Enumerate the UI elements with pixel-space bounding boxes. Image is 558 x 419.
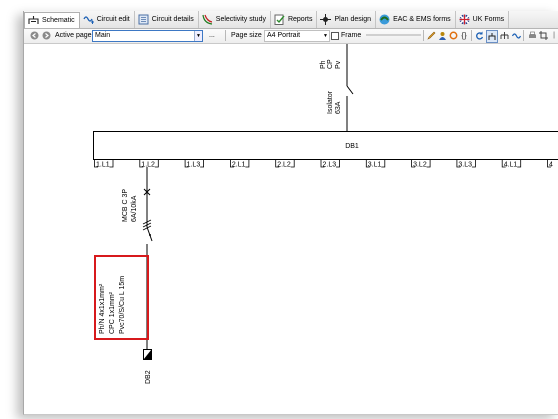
terminal-label[interactable]: 1.L3 [187,162,201,169]
isolator-label-line-2: 63A [335,101,342,114]
reports-icon [274,14,285,25]
page-size-label: Page size [231,32,262,39]
more-button[interactable]: ... [209,30,215,42]
feed-label-line-1: Ph [320,60,327,69]
schematic-view-icon[interactable] [486,30,498,43]
back-arrow-icon[interactable] [29,30,39,41]
tree-view-icon[interactable] [499,30,509,41]
active-page-label: Active page [55,32,92,39]
load-name-label: DB2 [145,370,152,384]
active-page-value: Main [95,32,111,39]
active-page-select[interactable]: Main ▼ [92,30,203,42]
toolbar-separator [423,30,424,41]
cable-label-highlight [94,255,149,340]
page-size-select[interactable]: A4 Portrait ▼ [264,30,330,42]
terminal-label[interactable]: 2.L2 [277,162,291,169]
frame-checkbox-label[interactable]: Frame [341,30,361,42]
chevron-down-icon: ▼ [194,31,202,41]
terminal-label[interactable]: 1.L2 [141,162,155,169]
distribution-board-db1[interactable] [93,131,558,160]
brackets-icon[interactable]: {} [459,30,469,41]
frame-icon [330,30,340,41]
isolator-switch-icon [346,85,354,95]
plan-design-icon [320,14,332,25]
pencil-icon[interactable] [426,30,436,41]
toolbar-separator [523,30,524,41]
tab-label: Circuit details [151,16,194,23]
selectivity-icon [202,14,212,25]
tab-eac-ems-forms[interactable]: EAC & EMS forms [376,11,456,28]
wave-icon[interactable] [511,30,521,41]
tab-label: Reports [287,16,313,23]
toolbar-separator [225,30,226,41]
terminal-label[interactable]: 1.L1 [96,162,110,169]
more-tools-icon[interactable]: | [549,30,558,41]
chevron-down-icon: ▼ [322,31,329,41]
terminal-label[interactable]: 3.L2 [413,162,427,169]
circuit-details-icon [138,14,149,25]
main-tab-bar: Schematic Circuit edit Circuit details S… [24,11,558,29]
zoom-slider[interactable] [366,34,421,36]
tab-circuit-details[interactable]: Circuit details [135,11,199,28]
breaker-label-line-2: 6A/10kA [131,195,138,222]
terminal-label[interactable]: 2.L3 [323,162,337,169]
contact-dot-icon [149,234,151,236]
tab-label: UK Forms [472,16,505,23]
tab-label: Plan design [334,16,372,23]
uk-flag-icon [459,14,470,25]
refresh-orange-icon[interactable] [448,30,458,41]
application-window: Schematic Circuit edit Circuit details S… [23,11,558,415]
isolator-label-line-1: Isolator [327,90,334,114]
tab-selectivity-study[interactable]: Selectivity study [199,11,271,28]
terminal-label[interactable]: 4 [549,162,553,169]
tab-plan-design[interactable]: Plan design [317,11,377,28]
feed-label-line-2: CP [327,59,334,69]
tab-label: EAC & EMS forms [393,16,451,23]
terminal-strip: 1.L1 1.L2 1.L3 2.L1 2.L2 2.L3 3.L1 3.L2 3.L3 4.L1… [94,160,553,169]
page-toolbar: Active page Main ▼ ... Page size A4 Port… [24,29,558,44]
tab-circuit-edit[interactable]: Circuit edit [80,11,135,28]
terminal-label[interactable]: 3.L1 [368,162,382,169]
terminal-label[interactable]: 3.L3 [458,162,472,169]
tab-label: Circuit edit [96,16,130,23]
breaker-label-line-1: MCB C 3P [122,189,129,222]
crop-icon[interactable] [538,30,548,41]
tab-schematic[interactable]: Schematic [24,12,80,28]
feed-label-line-3: Pv [335,60,342,69]
tab-label: Selectivity study [215,16,266,23]
board-name-label: DB1 [345,143,359,150]
toolbar-separator [471,30,472,41]
terminal-label[interactable]: 4.L1 [504,162,518,169]
forward-arrow-icon[interactable] [41,30,51,41]
schematic-drawing: Ph CP Pv Isolator 63A DB1 1.L1 1.L2 1.L3 2.… [93,44,558,384]
eac-ems-icon [379,14,390,25]
tab-label: Schematic [42,17,75,24]
breaker-switch-icon [146,226,153,242]
page-size-value: A4 Portrait [267,32,301,39]
circuit-edit-icon [83,16,94,24]
tab-reports[interactable]: Reports [271,11,318,28]
schematic-icon [28,16,39,24]
refresh-icon[interactable] [474,30,484,41]
tab-uk-forms[interactable]: UK Forms [456,11,510,28]
terminal-label[interactable]: 2.L1 [232,162,246,169]
users-icon[interactable] [437,30,447,41]
print-icon[interactable] [527,30,537,41]
schematic-canvas[interactable]: Ph CP Pv Isolator 63A DB1 1.L1 1.L2 1.L3 2.… [24,44,558,414]
